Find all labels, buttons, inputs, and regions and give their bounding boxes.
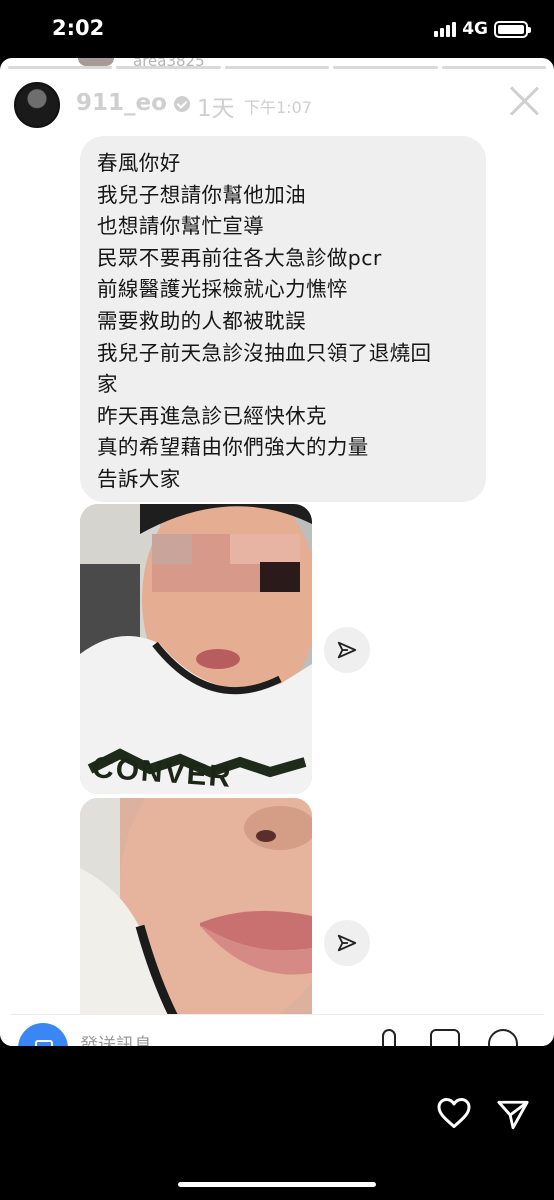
message-line: 前線醫護光採檢就心力憔悴 <box>97 277 348 302</box>
network-label: 4G <box>462 19 488 39</box>
photo-face-image <box>80 504 312 794</box>
username[interactable]: 911_eo <box>76 90 167 116</box>
story-progress-segment <box>333 66 438 69</box>
composer-placeholder[interactable]: 發送訊息 <box>80 1031 152 1046</box>
message-line: 真的希望藉由你們強大的力量 <box>97 435 369 460</box>
message-line: 昨天再進急診已經快休克 <box>97 403 327 428</box>
sticker-icon[interactable] <box>488 1029 518 1046</box>
story-header: 911_eo 1天 下午1:07 <box>14 82 540 128</box>
signal-icon <box>434 21 457 37</box>
story-progress <box>8 66 547 69</box>
story-time: 下午1:07 <box>244 98 312 117</box>
message-line: 民眾不要再前往各大急診做pcr <box>97 245 382 270</box>
message-line: 家 <box>97 372 118 397</box>
verified-icon <box>174 96 190 112</box>
close-icon[interactable] <box>508 84 540 116</box>
share-photo-button[interactable] <box>324 627 370 673</box>
message-line: 春風你好 <box>97 151 181 175</box>
send-arrow-icon <box>337 934 357 952</box>
battery-fill <box>498 24 524 34</box>
story-progress-segment <box>116 66 221 69</box>
story-age: 1天 <box>197 96 235 122</box>
status-indicators: 4G <box>434 19 531 39</box>
story-viewer[interactable]: area3825 911_eo 1天 下午1:07 春風你好 我兒子想請你幫他加… <box>0 58 554 1046</box>
message-line: 也想請你幫忙宣導 <box>97 214 265 239</box>
share-photo-button[interactable] <box>324 920 370 966</box>
message-line: 需要救助的人都被耽誤 <box>97 308 306 333</box>
battery-icon <box>494 20 531 38</box>
status-time: 2:02 <box>52 16 105 40</box>
photo-lips-image <box>80 798 312 1046</box>
story-progress-segment <box>8 66 113 69</box>
home-indicator[interactable] <box>178 1182 376 1187</box>
avatar[interactable] <box>14 82 60 128</box>
story-reply-bar <box>0 1046 554 1200</box>
message-composer: 發送訊息 <box>10 1014 544 1046</box>
message-photo[interactable] <box>80 798 312 1046</box>
story-progress-segment <box>441 66 547 69</box>
heart-icon[interactable] <box>436 1096 472 1130</box>
story-progress-segment <box>224 66 330 69</box>
message-bubble: 春風你好 我兒子想請你幫他加油 也想請你幫忙宣導 民眾不要再前往各大急診做pcr… <box>80 136 486 502</box>
message-photo[interactable]: CONVER <box>80 504 312 794</box>
message-line: 我兒子想請你幫他加油 <box>97 182 306 207</box>
peek-avatar <box>78 58 114 66</box>
message-line: 我兒子前天急診沒抽血只領了退燒回 <box>97 340 432 365</box>
gallery-icon[interactable] <box>430 1029 460 1046</box>
status-bar: 2:02 4G <box>0 0 554 58</box>
mic-icon[interactable] <box>382 1029 396 1046</box>
send-arrow-icon <box>337 641 357 659</box>
message-line: 告訴大家 <box>97 466 181 491</box>
send-icon[interactable] <box>496 1098 530 1132</box>
camera-icon[interactable] <box>18 1023 68 1046</box>
